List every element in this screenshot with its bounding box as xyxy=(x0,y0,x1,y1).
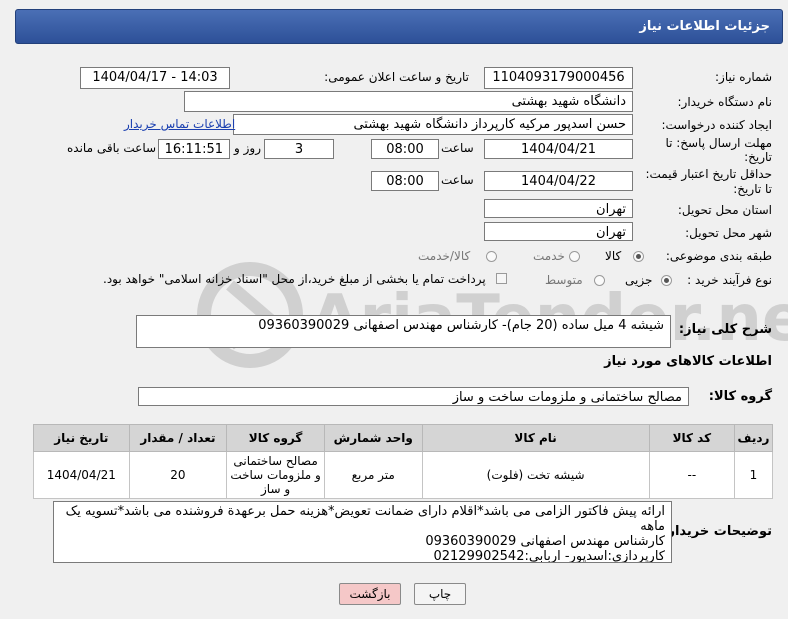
payment-treasury-note: پرداخت تمام یا بخشی از مبلغ خرید،از محل … xyxy=(103,272,486,286)
cell-unit: متر مربع xyxy=(323,451,423,499)
page-title: جزئیات اطلاعات نیاز xyxy=(639,19,770,34)
deadline-date-field: 1404/04/21 xyxy=(484,139,633,159)
process-type-label: نوع فرآیند خرید : xyxy=(687,273,772,287)
process-option-minor: جزیی xyxy=(625,273,653,287)
cell-quantity: 20 xyxy=(128,451,228,499)
price-validity-label: حداقل تاریخ اعتبار قیمت: xyxy=(645,167,772,181)
category-radio-goods-service[interactable] xyxy=(486,251,497,262)
province-field: تهران xyxy=(484,199,633,218)
buyer-notes-line-1: ارائه پیش فاکتور الزامی می باشد*اقلام دا… xyxy=(65,504,665,534)
buyer-org-label: نام دستگاه خریدار: xyxy=(677,95,773,109)
goods-info-title: اطلاعات کالاهای مورد نیاز xyxy=(604,354,772,369)
price-time-label: ساعت xyxy=(441,173,474,187)
buyer-notes-label: توضیحات خریدار: xyxy=(662,524,772,539)
col-header-item-name: نام کالا xyxy=(421,424,650,452)
goods-group-field: مصالح ساختمانی و ملزومات ساخت و ساز xyxy=(138,387,689,406)
category-option-service: خدمت xyxy=(533,249,565,263)
category-radio-service[interactable] xyxy=(569,251,580,262)
table-row: 1 -- شیشه تخت (فلوت) متر مربع مصالح ساخت… xyxy=(33,451,774,499)
announce-field: 1404/04/17 - 14:03 xyxy=(80,67,230,89)
days-label: روز و xyxy=(234,141,261,155)
creator-label: ایجاد کننده درخواست: xyxy=(661,118,772,132)
col-header-item-group: گروه کالا xyxy=(226,424,325,452)
price-time-field: 08:00 xyxy=(371,171,439,191)
remaining-time-field: 16:11:51 xyxy=(158,139,230,159)
print-button[interactable]: چاپ xyxy=(414,583,466,605)
cell-need-date: 1404/04/21 xyxy=(33,451,130,499)
buyer-contact-link[interactable]: اطلاعات تماس خریدار xyxy=(124,117,235,131)
deadline-label: مهلت ارسال پاسخ: تا xyxy=(665,136,772,150)
table-header-row: ردیف کد کالا نام کالا واحد شمارش گروه کا… xyxy=(33,424,774,452)
back-button[interactable]: بازگشت xyxy=(339,583,401,605)
city-label: شهر محل تحویل: xyxy=(685,226,772,240)
creator-field: حسن اسدپور مرکیه کارپرداز دانشگاه شهید ب… xyxy=(233,114,633,135)
process-option-medium: متوسط xyxy=(545,273,583,287)
category-option-goods-service: کالا/خدمت xyxy=(418,249,471,263)
payment-treasury-checkbox[interactable] xyxy=(496,273,507,284)
buyer-notes-line-2: کارشناس مهندس اصفهانی 09360390029 xyxy=(425,534,665,549)
process-radio-minor[interactable] xyxy=(661,275,672,286)
need-number-label: شماره نیاز: xyxy=(715,70,772,84)
price-date-field: 1404/04/22 xyxy=(484,171,633,191)
category-label: طبقه بندی موضوعی: xyxy=(665,249,772,263)
buyer-org-field: دانشگاه شهید بهشتی xyxy=(184,91,633,112)
cell-row-number: 1 xyxy=(733,451,774,499)
deadline-label-line2: تاریخ: xyxy=(744,150,772,164)
col-header-unit: واحد شمارش xyxy=(323,424,423,452)
col-header-row-number: ردیف xyxy=(733,424,774,452)
buyer-notes-textarea[interactable]: ارائه پیش فاکتور الزامی می باشد*اقلام دا… xyxy=(53,501,672,563)
page-header: جزئیات اطلاعات نیاز xyxy=(15,9,783,44)
col-header-need-date: تاریخ نیاز xyxy=(33,424,130,452)
col-header-item-code: کد کالا xyxy=(648,424,735,452)
announce-label: تاریخ و ساعت اعلان عمومی: xyxy=(324,70,469,84)
col-header-quantity: تعداد / مقدار xyxy=(128,424,228,452)
remaining-time-label: ساعت باقی مانده xyxy=(67,141,157,155)
cell-item-name: شیشه تخت (فلوت) xyxy=(421,451,650,499)
province-label: استان محل تحویل: xyxy=(677,203,772,217)
cell-item-group: مصالح ساختمانی و ملزومات ساخت و ساز xyxy=(226,451,325,499)
deadline-time-field: 08:00 xyxy=(371,139,439,159)
need-number-field: 1104093179000456 xyxy=(484,67,633,89)
goods-group-label: گروه کالا: xyxy=(708,389,772,404)
price-validity-label-line2: تا تاریخ: xyxy=(733,182,772,196)
category-option-goods: کالا xyxy=(605,249,622,263)
process-radio-medium[interactable] xyxy=(594,275,605,286)
items-table: ردیف کد کالا نام کالا واحد شمارش گروه کا… xyxy=(33,424,774,499)
description-label: شرح کلی نیاز: xyxy=(678,322,772,337)
description-textarea[interactable]: شیشه 4 میل ساده (20 جام)- کارشناس مهندس … xyxy=(136,315,671,348)
deadline-time-label: ساعت xyxy=(441,141,474,155)
buyer-notes-line-3: کارپردازی:اسدپور- اربابی:02129902542 xyxy=(433,549,665,563)
days-field: 3 xyxy=(264,139,334,159)
cell-item-code: -- xyxy=(648,451,735,499)
city-field: تهران xyxy=(484,222,633,241)
category-radio-goods[interactable] xyxy=(633,251,644,262)
